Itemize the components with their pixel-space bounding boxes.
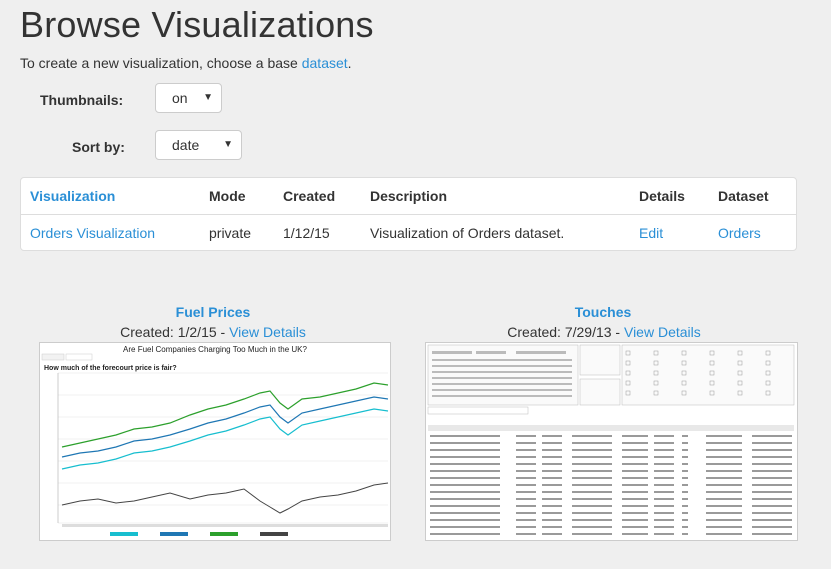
caret-down-icon: ▼: [203, 92, 213, 103]
dataset-orders-link[interactable]: Orders: [718, 225, 761, 241]
column-header-mode: Mode: [209, 188, 246, 204]
created-cell: 1/12/15: [283, 225, 330, 241]
thumbnails-select-value: on: [172, 90, 188, 106]
column-header-dataset: Dataset: [718, 188, 769, 204]
column-header-details: Details: [639, 188, 685, 204]
mode-cell: private: [209, 225, 252, 241]
view-details-link[interactable]: View Details: [624, 324, 701, 340]
card-title-touches[interactable]: Touches: [537, 304, 669, 320]
card-title-fuel-prices[interactable]: Fuel Prices: [139, 304, 287, 320]
card-created-date: Created: 7/29/13 -: [507, 324, 624, 340]
sortby-label: Sort by:: [72, 139, 125, 155]
description-cell: Visualization of Orders dataset.: [370, 225, 565, 241]
touches-thumbnail[interactable]: [425, 342, 798, 541]
caret-down-icon: ▼: [223, 139, 233, 150]
sortby-select[interactable]: date ▼: [155, 130, 242, 160]
card-created-date: Created: 1/2/15 -: [120, 324, 230, 340]
thumb-chart-title: Are Fuel Companies Charging Too Much in …: [123, 345, 308, 354]
thumb-chart-subtitle: How much of the forecourt price is fair?: [44, 365, 177, 372]
intro-text-end: .: [347, 55, 352, 71]
table-divider: [21, 214, 796, 215]
view-details-link[interactable]: View Details: [229, 324, 306, 340]
page-title: Browse Visualizations: [20, 4, 374, 45]
thumbnails-select[interactable]: on ▼: [155, 83, 222, 113]
intro-text-body: To create a new visualization, choose a …: [20, 55, 298, 71]
dataset-link[interactable]: dataset: [302, 55, 348, 71]
intro-text: To create a new visualization, choose a …: [20, 55, 352, 71]
card-meta-touches: Created: 7/29/13 - View Details: [486, 324, 722, 340]
visualizations-table: Visualization Mode Created Description D…: [20, 177, 797, 251]
sortby-select-value: date: [172, 137, 200, 153]
column-header-description: Description: [370, 188, 448, 204]
edit-link[interactable]: Edit: [639, 225, 663, 241]
visualization-name-link[interactable]: Orders Visualization: [30, 225, 155, 241]
column-header-created: Created: [283, 188, 336, 204]
column-header-visualization[interactable]: Visualization: [30, 188, 115, 204]
card-meta-fuel-prices: Created: 1/2/15 - View Details: [94, 324, 332, 340]
thumbnails-label: Thumbnails:: [40, 92, 124, 108]
fuel-prices-thumbnail[interactable]: Are Fuel Companies Charging Too Much in …: [39, 342, 391, 541]
